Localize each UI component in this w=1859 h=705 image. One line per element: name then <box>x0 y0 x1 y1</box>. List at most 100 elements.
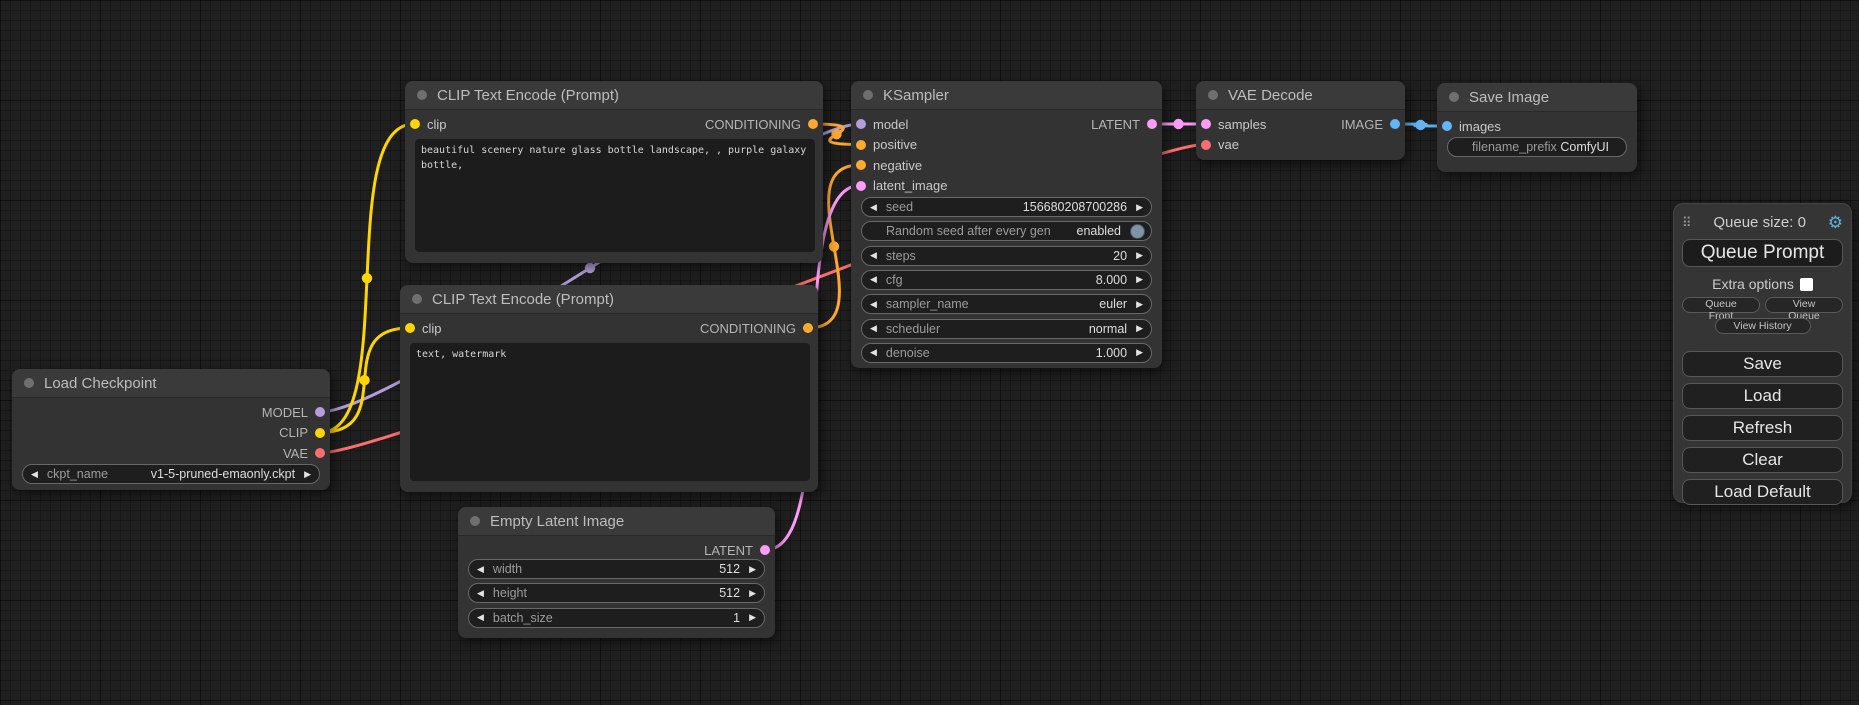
decrement-arrow-icon[interactable]: ◀ <box>870 275 877 284</box>
view-queue-button[interactable]: View Queue <box>1765 297 1843 313</box>
input-port-icon[interactable] <box>856 160 866 170</box>
input-port-icon[interactable] <box>405 323 415 333</box>
output-port-icon[interactable] <box>1390 119 1400 129</box>
increment-arrow-icon[interactable]: ▶ <box>1136 348 1143 357</box>
load-default-button[interactable]: Load Default <box>1682 479 1843 505</box>
decrement-arrow-icon[interactable]: ◀ <box>477 613 484 622</box>
decrement-arrow-icon[interactable]: ◀ <box>870 251 877 260</box>
node-title-bar[interactable]: VAE Decode <box>1196 81 1405 110</box>
node-vae-decode[interactable]: VAE DecodesamplesvaeIMAGE <box>1196 81 1405 160</box>
prompt-textarea[interactable]: text, watermark <box>410 343 810 481</box>
decrement-arrow-icon[interactable]: ◀ <box>870 348 877 357</box>
increment-arrow-icon[interactable]: ▶ <box>304 470 311 479</box>
load-checkpoint-output-CLIP[interactable]: CLIP <box>279 423 325 443</box>
ksampler-widget-sampler_name[interactable]: ◀sampler_nameeuler▶ <box>861 294 1152 314</box>
node-save-image[interactable]: Save Image imagesfilename_prefixComfyUI <box>1437 83 1637 172</box>
vae-decode-input-samples[interactable]: samples <box>1201 114 1266 134</box>
node-load-checkpoint[interactable]: Load Checkpoint MODELCLIPVAE◀ckpt_namev1-… <box>12 369 330 490</box>
collapse-dot-icon[interactable] <box>412 294 422 304</box>
empty-latent-widget-height[interactable]: ◀height512▶ <box>468 583 765 603</box>
load-button[interactable]: Load <box>1682 383 1843 409</box>
queue-prompt-button[interactable]: Queue Prompt <box>1682 239 1843 267</box>
ksampler-input-positive[interactable]: positive <box>856 135 917 155</box>
clip-encode-negative-input-clip[interactable]: clip <box>405 318 442 338</box>
output-port-icon[interactable] <box>760 545 770 555</box>
output-port-icon[interactable] <box>808 119 818 129</box>
ksampler-widget-denoise[interactable]: ◀denoise1.000▶ <box>861 343 1152 363</box>
refresh-button[interactable]: Refresh <box>1682 415 1843 441</box>
input-port-icon[interactable] <box>856 181 866 191</box>
collapse-dot-icon[interactable] <box>24 378 34 388</box>
load-checkpoint-output-VAE[interactable]: VAE <box>283 443 325 463</box>
decrement-arrow-icon[interactable]: ◀ <box>870 300 877 309</box>
save-image-input-images[interactable]: images <box>1442 116 1501 136</box>
node-title-bar[interactable]: CLIP Text Encode (Prompt) <box>400 285 818 314</box>
node-ksampler[interactable]: KSampler modelpositivenegativelatent_imag… <box>851 81 1162 368</box>
ksampler-widget-cfg[interactable]: ◀cfg8.000▶ <box>861 270 1152 290</box>
vae-decode-input-vae[interactable]: vae <box>1201 135 1239 155</box>
comfyui-canvas[interactable]: { "colors": { "model": "#B39DDB", "clip"… <box>0 0 1859 705</box>
increment-arrow-icon[interactable]: ▶ <box>1136 203 1143 212</box>
collapse-dot-icon[interactable] <box>470 516 480 526</box>
increment-arrow-icon[interactable]: ▶ <box>749 589 756 598</box>
decrement-arrow-icon[interactable]: ◀ <box>870 324 877 333</box>
input-port-icon[interactable] <box>1201 140 1211 150</box>
decrement-arrow-icon[interactable]: ◀ <box>477 565 484 574</box>
output-port-icon[interactable] <box>1147 119 1157 129</box>
collapse-dot-icon[interactable] <box>1208 90 1218 100</box>
clip-encode-negative-output-CONDITIONING[interactable]: CONDITIONING <box>700 318 813 338</box>
empty-latent-output-LATENT[interactable]: LATENT <box>704 540 770 560</box>
increment-arrow-icon[interactable]: ▶ <box>1136 251 1143 260</box>
ksampler-input-latent_image[interactable]: latent_image <box>856 176 947 196</box>
empty-latent-widget-batch_size[interactable]: ◀batch_size1▶ <box>468 608 765 628</box>
collapse-dot-icon[interactable] <box>1449 92 1459 102</box>
node-title-bar[interactable]: KSampler <box>851 81 1162 110</box>
ksampler-widget-Random seed after every gen[interactable]: Random seed after every genenabled <box>861 221 1152 241</box>
ksampler-input-model[interactable]: model <box>856 114 908 134</box>
input-port-icon[interactable] <box>856 119 866 129</box>
input-port-icon[interactable] <box>1201 119 1211 129</box>
decrement-arrow-icon[interactable]: ◀ <box>870 203 877 212</box>
save-button[interactable]: Save <box>1682 351 1843 377</box>
ksampler-input-negative[interactable]: negative <box>856 155 922 175</box>
increment-arrow-icon[interactable]: ▶ <box>1136 275 1143 284</box>
output-port-icon[interactable] <box>315 407 325 417</box>
node-title-bar[interactable]: CLIP Text Encode (Prompt) <box>405 81 823 110</box>
clip-encode-positive-input-clip[interactable]: clip <box>410 114 447 134</box>
gear-icon[interactable]: ⚙ <box>1828 214 1843 231</box>
output-port-icon[interactable] <box>315 428 325 438</box>
prompt-textarea[interactable]: beautiful scenery nature glass bottle la… <box>415 139 815 252</box>
clear-button[interactable]: Clear <box>1682 447 1843 473</box>
increment-arrow-icon[interactable]: ▶ <box>749 565 756 574</box>
collapse-dot-icon[interactable] <box>417 90 427 100</box>
node-title-bar[interactable]: Empty Latent Image <box>458 507 775 536</box>
output-port-icon[interactable] <box>803 323 813 333</box>
decrement-arrow-icon[interactable]: ◀ <box>477 589 484 598</box>
increment-arrow-icon[interactable]: ▶ <box>1136 300 1143 309</box>
ksampler-widget-scheduler[interactable]: ◀schedulernormal▶ <box>861 319 1152 339</box>
empty-latent-widget-width[interactable]: ◀width512▶ <box>468 559 765 579</box>
collapse-dot-icon[interactable] <box>863 90 873 100</box>
view-history-button[interactable]: View History <box>1715 318 1811 334</box>
ksampler-output-LATENT[interactable]: LATENT <box>1091 114 1157 134</box>
extra-options-checkbox[interactable] <box>1800 278 1813 291</box>
load-checkpoint-output-MODEL[interactable]: MODEL <box>262 402 325 422</box>
output-port-icon[interactable] <box>315 448 325 458</box>
node-clip-encode-negative[interactable]: CLIP Text Encode (Prompt) clip CONDITIONIN… <box>400 285 818 492</box>
node-title-bar[interactable]: Save Image <box>1437 83 1637 112</box>
ksampler-widget-seed[interactable]: ◀seed156680208700286▶ <box>861 197 1152 217</box>
decrement-arrow-icon[interactable]: ◀ <box>31 470 38 479</box>
increment-arrow-icon[interactable]: ▶ <box>1136 324 1143 333</box>
queue-front-button[interactable]: Queue Front <box>1682 297 1760 313</box>
input-port-icon[interactable] <box>856 140 866 150</box>
node-title-bar[interactable]: Load Checkpoint <box>12 369 330 398</box>
toggle-knob-icon[interactable] <box>1130 224 1145 239</box>
drag-handle-icon[interactable]: ⠿ <box>1682 216 1692 229</box>
save-image-widget-filename_prefix[interactable]: filename_prefixComfyUI <box>1447 137 1627 157</box>
increment-arrow-icon[interactable]: ▶ <box>749 613 756 622</box>
node-empty-latent[interactable]: Empty Latent Image LATENT◀width512▶ ◀heigh… <box>458 507 775 638</box>
clip-encode-positive-output-CONDITIONING[interactable]: CONDITIONING <box>705 114 818 134</box>
input-port-icon[interactable] <box>1442 121 1452 131</box>
ksampler-widget-steps[interactable]: ◀steps20▶ <box>861 246 1152 266</box>
load-checkpoint-widget-ckpt_name[interactable]: ◀ckpt_namev1-5-pruned-emaonly.ckpt▶ <box>22 464 320 484</box>
